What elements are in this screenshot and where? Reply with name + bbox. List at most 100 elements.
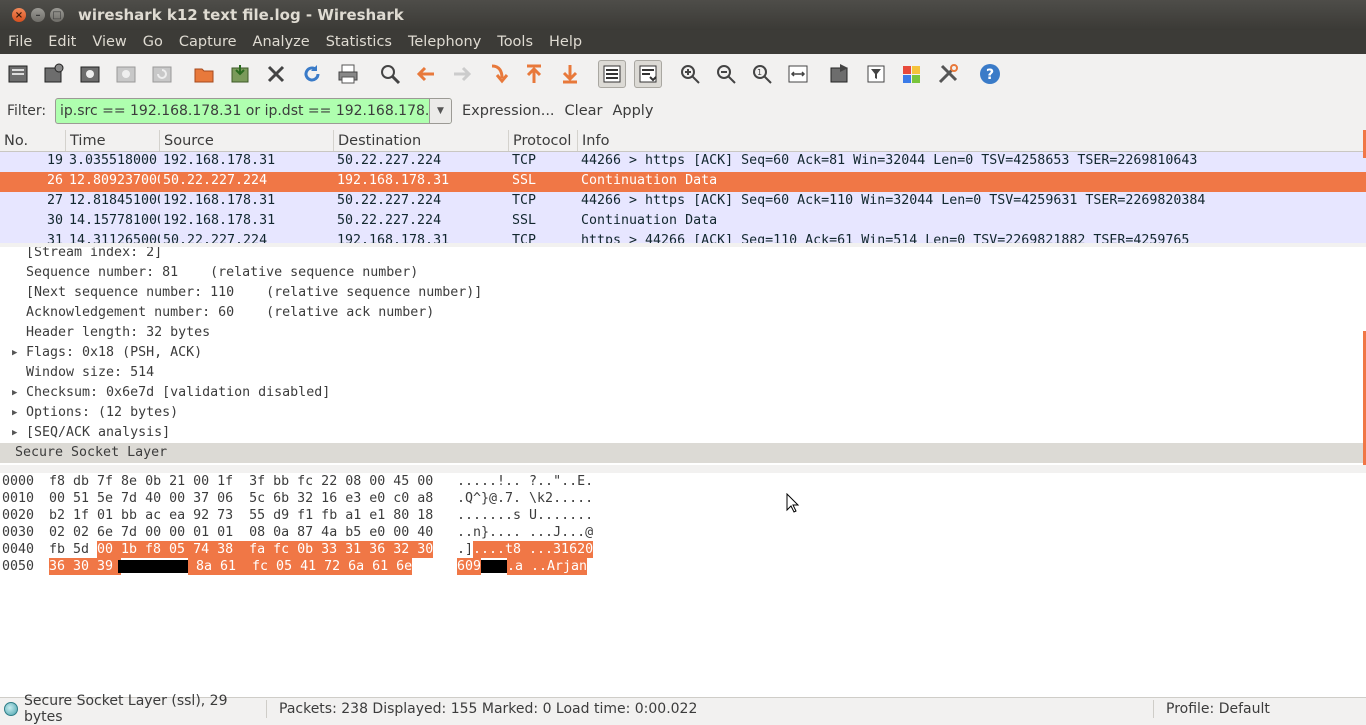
help-icon[interactable]: ? xyxy=(976,60,1004,88)
save-file-icon[interactable] xyxy=(226,60,254,88)
menu-tools[interactable]: Tools xyxy=(489,34,541,50)
capture-options-icon[interactable] xyxy=(40,60,68,88)
display-filter-input[interactable]: ip.src == 192.168.178.31 or ip.dst == 19… xyxy=(55,98,452,124)
menu-statistics[interactable]: Statistics xyxy=(318,34,400,50)
reload-icon[interactable] xyxy=(298,60,326,88)
bytes-ascii[interactable]: .....!.. ?.."..E. xyxy=(457,473,593,490)
detail-row[interactable]: [Next sequence number: 110 (relative seq… xyxy=(0,283,1366,303)
bytes-ascii-highlight[interactable]: .a ..Arjan xyxy=(507,558,588,575)
find-packet-icon[interactable] xyxy=(376,60,404,88)
packet-details[interactable]: [Stream index: 2] Sequence number: 81 (re… xyxy=(0,247,1366,465)
column-source[interactable]: Source xyxy=(160,130,334,151)
maximize-window-button[interactable]: □ xyxy=(50,8,64,22)
bytes-ascii[interactable]: ..n}.... ...J...@ xyxy=(457,524,593,541)
display-filters-icon[interactable] xyxy=(862,60,890,88)
menu-view[interactable]: View xyxy=(84,34,134,50)
pane-splitter[interactable] xyxy=(0,465,1366,473)
bytes-hex[interactable]: 02 02 6e 7d 00 00 01 01 08 0a 87 4a b5 e… xyxy=(49,524,433,541)
packet-row[interactable]: 27 12.818451000 192.168.178.31 50.22.227.22… xyxy=(0,192,1366,212)
resize-columns-icon[interactable] xyxy=(784,60,812,88)
minimize-window-button[interactable]: – xyxy=(31,8,45,22)
chevron-down-icon[interactable]: ▼ xyxy=(429,99,451,123)
packet-row[interactable]: 26 12.809237000 50.22.227.224 192.168.178.3… xyxy=(0,172,1366,192)
go-last-icon[interactable] xyxy=(556,60,584,88)
bytes-ascii-highlight[interactable]: ....t8 ...31620 xyxy=(473,541,594,558)
interfaces-icon[interactable] xyxy=(4,60,32,88)
status-profile[interactable]: Profile: Default xyxy=(1154,701,1366,717)
bytes-offset: 0000 xyxy=(2,474,35,489)
zoom-in-icon[interactable] xyxy=(676,60,704,88)
expert-info-icon[interactable] xyxy=(4,702,18,716)
menu-analyze[interactable]: Analyze xyxy=(245,34,318,50)
auto-scroll-icon[interactable] xyxy=(634,60,662,88)
expand-arrow-icon[interactable]: ▶ xyxy=(12,423,17,443)
detail-row[interactable]: ▶ Options: (12 bytes) xyxy=(0,403,1366,423)
zoom-out-icon[interactable] xyxy=(712,60,740,88)
close-file-icon[interactable] xyxy=(262,60,290,88)
apply-button[interactable]: Apply xyxy=(612,103,653,119)
bytes-hex[interactable]: fb 5d xyxy=(49,541,97,558)
normal-size-icon[interactable]: 1 xyxy=(748,60,776,88)
detail-row[interactable]: ▶ Checksum: 0x6e7d [validation disabled] xyxy=(0,383,1366,403)
start-capture-icon[interactable] xyxy=(76,60,104,88)
go-first-icon[interactable] xyxy=(520,60,548,88)
packet-list[interactable]: No. Time Source Destination Protocol Inf… xyxy=(0,130,1366,243)
bytes-hex-highlight[interactable]: 8a 61 fc 05 41 72 6a 61 6e xyxy=(188,558,413,575)
bytes-hex[interactable]: 00 51 5e 7d 40 00 37 06 5c 6b 32 16 e3 e… xyxy=(49,490,433,507)
bytes-hex-highlight[interactable]: 36 30 39 xyxy=(49,558,122,575)
column-time[interactable]: Time xyxy=(66,130,160,151)
column-no[interactable]: No. xyxy=(0,130,66,151)
detail-row[interactable]: Sequence number: 81 (relative sequence n… xyxy=(0,263,1366,283)
menu-capture[interactable]: Capture xyxy=(171,34,245,50)
expand-arrow-icon[interactable]: ▶ xyxy=(12,383,17,403)
stop-capture-icon[interactable] xyxy=(112,60,140,88)
expand-arrow-icon[interactable]: ▶ xyxy=(12,403,17,423)
expand-arrow-icon[interactable]: ▶ xyxy=(12,343,17,363)
bytes-ascii[interactable]: .......s U....... xyxy=(457,507,593,524)
go-forward-icon[interactable] xyxy=(448,60,476,88)
svg-text:1: 1 xyxy=(757,68,762,77)
colorize-icon[interactable] xyxy=(598,60,626,88)
close-window-button[interactable]: × xyxy=(12,8,26,22)
column-protocol[interactable]: Protocol xyxy=(509,130,578,151)
cell-info: https > 44266 [ACK] Seq=110 Ack=61 Win=5… xyxy=(581,233,1190,243)
detail-row[interactable]: ▶ Flags: 0x18 (PSH, ACK) xyxy=(0,343,1366,363)
detail-text: Flags: 0x18 (PSH, ACK) xyxy=(26,345,203,360)
menu-file[interactable]: File xyxy=(0,34,40,50)
go-to-packet-icon[interactable] xyxy=(484,60,512,88)
expression-button[interactable]: Expression... xyxy=(462,103,555,119)
packet-row[interactable]: 31 14.311265000 50.22.227.224 192.168.178.3… xyxy=(0,232,1366,243)
detail-row[interactable]: ▶ [SEQ/ACK analysis] xyxy=(0,423,1366,443)
detail-row[interactable]: Acknowledgement number: 60 (relative ack… xyxy=(0,303,1366,323)
bytes-ascii[interactable]: .Q^}@.7. \k2..... xyxy=(457,490,593,507)
detail-row[interactable]: Header length: 32 bytes xyxy=(0,323,1366,343)
menu-help[interactable]: Help xyxy=(541,34,590,50)
bytes-ascii[interactable]: .] xyxy=(457,541,473,558)
restart-capture-icon[interactable] xyxy=(148,60,176,88)
detail-row[interactable]: Window size: 514 xyxy=(0,363,1366,383)
bytes-ascii-highlight[interactable]: 609 xyxy=(457,558,482,575)
detail-row[interactable]: [Stream index: 2] xyxy=(0,247,1366,263)
menu-go[interactable]: Go xyxy=(135,34,171,50)
menu-telephony[interactable]: Telephony xyxy=(400,34,489,50)
bytes-hex-highlight[interactable]: 00 1b f8 05 74 38 fa fc 0b 33 31 36 32 3… xyxy=(97,541,434,558)
svg-text:?: ? xyxy=(986,67,994,83)
packet-list-header: No. Time Source Destination Protocol Inf… xyxy=(0,130,1366,152)
go-back-icon[interactable] xyxy=(412,60,440,88)
packet-row[interactable]: 30 14.157781000 192.168.178.31 50.22.227.22… xyxy=(0,212,1366,232)
print-icon[interactable] xyxy=(334,60,362,88)
preferences-icon[interactable] xyxy=(934,60,962,88)
open-file-icon[interactable] xyxy=(190,60,218,88)
packet-bytes[interactable]: 0000 f8 db 7f 8e 0b 21 00 1f 3f bb fc 22… xyxy=(0,473,1366,697)
bytes-hex[interactable]: b2 1f 01 bb ac ea 92 73 55 d9 f1 fb a1 e… xyxy=(49,507,433,524)
detail-row[interactable]: Secure Socket Layer xyxy=(0,443,1366,463)
column-destination[interactable]: Destination xyxy=(334,130,509,151)
capture-filters-icon[interactable] xyxy=(826,60,854,88)
clear-button[interactable]: Clear xyxy=(565,103,603,119)
bytes-hex[interactable]: f8 db 7f 8e 0b 21 00 1f 3f bb fc 22 08 0… xyxy=(49,473,433,490)
menu-edit[interactable]: Edit xyxy=(40,34,84,50)
cell-source: 192.168.178.31 xyxy=(163,153,276,168)
column-info[interactable]: Info xyxy=(578,130,1366,151)
coloring-rules-icon[interactable] xyxy=(898,60,926,88)
packet-row[interactable]: 19 3.035518000 192.168.178.31 50.22.227.224… xyxy=(0,152,1366,172)
